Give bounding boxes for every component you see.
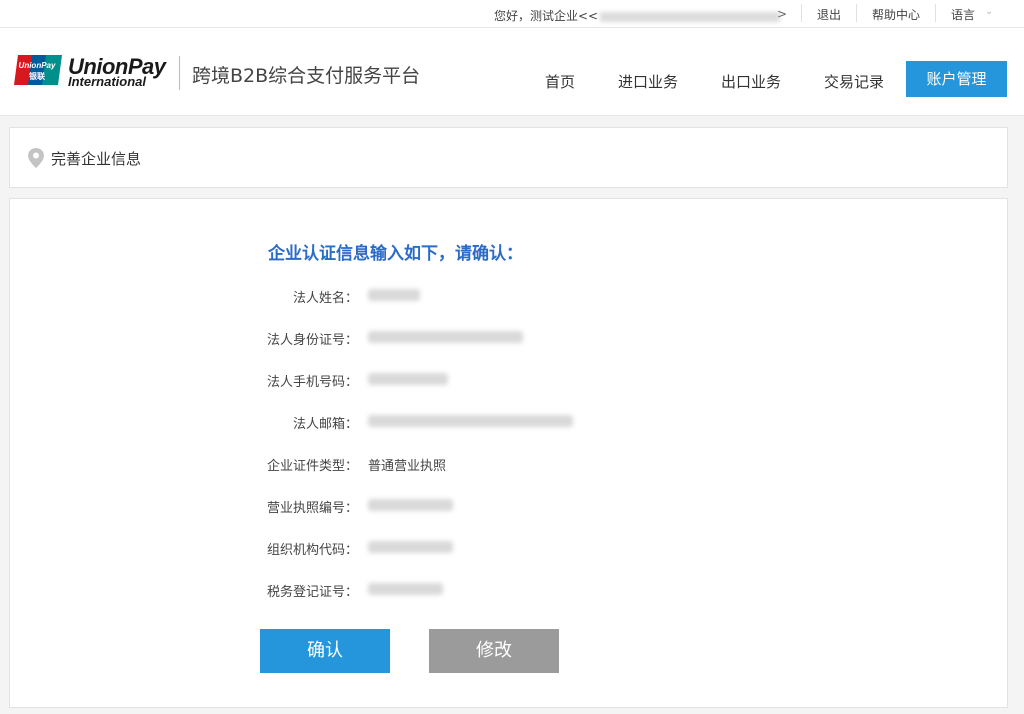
location-pin-icon	[28, 148, 44, 168]
divider	[935, 4, 936, 22]
breadcrumb: 完善企业信息	[9, 127, 1008, 188]
logout-link[interactable]: 退出	[817, 6, 841, 23]
divider	[856, 4, 857, 22]
user-greeting: 您好，测试企业<<	[494, 7, 781, 24]
masked-username	[600, 11, 781, 22]
field-label-cert-type: 企业证件类型：	[266, 459, 358, 474]
language-selector[interactable]: 语言	[951, 6, 975, 23]
nav-home[interactable]: 首页	[545, 71, 575, 92]
platform-title: 跨境B2B综合支付服务平台	[192, 65, 421, 87]
chevron-down-icon[interactable]: ⌄	[985, 6, 993, 17]
logo-mark-text-bottom: 银联	[28, 71, 45, 81]
top-utility-bar: 您好，测试企业<< > 退出 帮助中心 语言 ⌄	[0, 0, 1024, 28]
field-label-legal-phone: 法人手机号码：	[266, 375, 358, 390]
field-value-legal-id	[368, 329, 523, 344]
site-header: UnionPay 银联 UnionPay International 跨境B2B…	[0, 28, 1024, 116]
field-value-legal-phone	[368, 371, 448, 386]
field-value-legal-name	[368, 287, 420, 302]
confirm-button[interactable]: 确认	[260, 629, 390, 673]
field-value-org-code	[368, 539, 453, 554]
field-label-legal-name: 法人姓名：	[292, 291, 358, 306]
nav-export[interactable]: 出口业务	[721, 71, 781, 92]
nav-import[interactable]: 进口业务	[618, 71, 678, 92]
field-value-license-number	[368, 497, 453, 512]
logo-subtitle: International	[68, 74, 147, 89]
divider	[801, 4, 802, 22]
logo-mark-text-top: UnionPay	[19, 61, 56, 70]
field-value-tax-number	[368, 581, 443, 596]
greeting-text: 您好，测试企业<<	[494, 9, 599, 23]
field-label-tax-number: 税务登记证号：	[266, 585, 358, 600]
field-label-legal-id: 法人身份证号：	[266, 333, 358, 348]
confirm-title: 企业认证信息输入如下，请确认：	[268, 244, 523, 264]
field-label-license-number: 营业执照编号：	[266, 501, 358, 516]
nav-transactions[interactable]: 交易记录	[824, 71, 884, 92]
help-center-link[interactable]: 帮助中心	[872, 6, 920, 23]
field-value-cert-type: 普通营业执照	[368, 459, 447, 474]
breadcrumb-label: 完善企业信息	[51, 150, 142, 168]
field-label-legal-email: 法人邮箱：	[292, 417, 358, 432]
field-value-legal-email	[368, 413, 573, 428]
logo-divider	[179, 56, 180, 90]
unionpay-logo-icon[interactable]: UnionPay 银联	[12, 55, 64, 85]
edit-button[interactable]: 修改	[429, 629, 559, 673]
greeting-suffix: >	[777, 7, 788, 21]
field-label-org-code: 组织机构代码：	[266, 543, 358, 558]
confirm-panel: 企业认证信息输入如下，请确认： 法人姓名： 法人身份证号： 法人手机号码： 法人…	[9, 198, 1008, 708]
nav-account-management[interactable]: 账户管理	[906, 61, 1007, 97]
